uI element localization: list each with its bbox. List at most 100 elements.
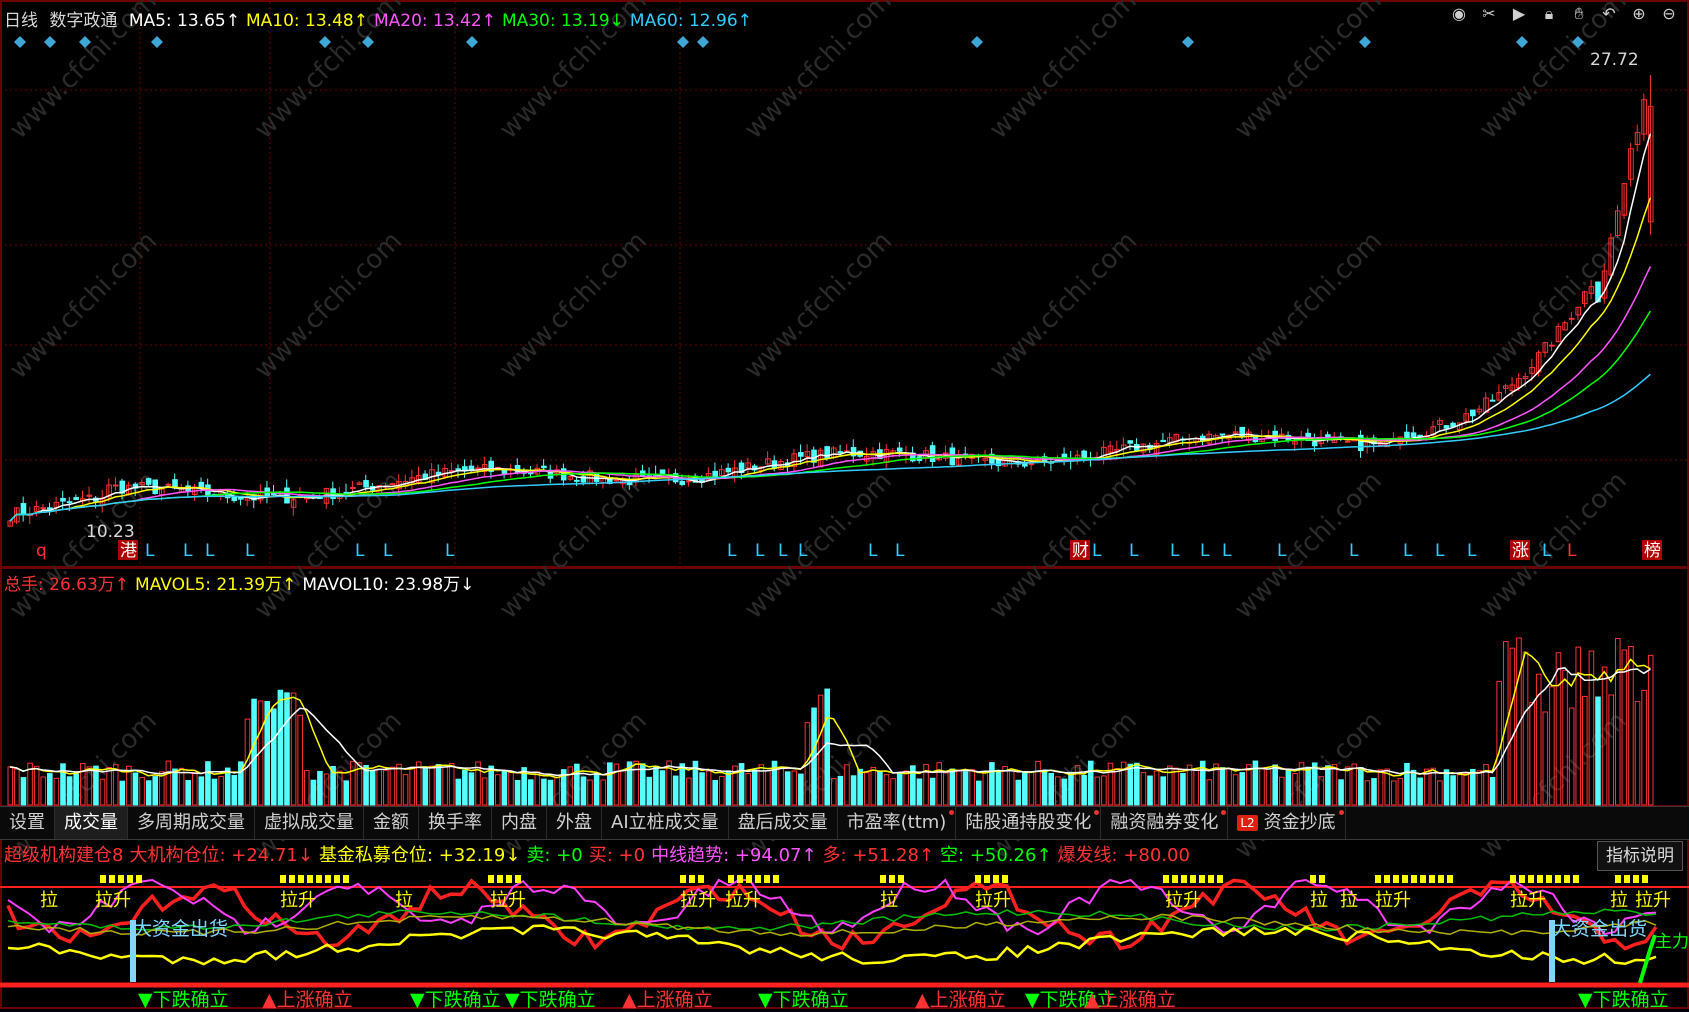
outflow-label: 大资金出货: [133, 918, 228, 940]
event-diamond-icon: [466, 36, 478, 48]
volume-bar: [481, 777, 488, 806]
l2-badge: L2: [1237, 815, 1258, 831]
signal-block: [1573, 875, 1579, 883]
signal-block: [1190, 875, 1196, 883]
lock-icon[interactable]: 🔒︎: [1539, 4, 1559, 24]
signal-block: [118, 875, 124, 883]
volume-bar: [1041, 771, 1048, 806]
price-marker: L: [798, 541, 808, 561]
candle-body: [455, 468, 462, 471]
volume-bar: [890, 778, 896, 806]
price-marker: L: [868, 541, 878, 561]
signal-block: [100, 875, 106, 883]
period-label[interactable]: 日线: [4, 11, 38, 31]
tab-换手率[interactable]: 换手率: [419, 807, 492, 839]
indicator-help-button[interactable]: 指标说明: [1597, 841, 1683, 871]
tab-资金抄底[interactable]: L2 资金抄底: [1228, 807, 1346, 839]
ma-line: [9, 310, 1652, 522]
tab-内盘[interactable]: 内盘: [492, 807, 547, 839]
volume-bar: [857, 768, 863, 806]
play-icon[interactable]: ▶: [1509, 4, 1529, 24]
volume-bar: [514, 779, 521, 806]
scissors-icon[interactable]: ✂: [1479, 4, 1499, 24]
candle-body: [1311, 441, 1318, 447]
zoom-out-icon[interactable]: ⊖: [1659, 4, 1679, 24]
signal-block: [1172, 875, 1178, 883]
tab-融资融券变化[interactable]: 融资融券变化: [1101, 807, 1229, 839]
tab-设置[interactable]: 设置: [0, 807, 55, 839]
candle-body: [1061, 453, 1068, 458]
eye-icon[interactable]: ◉: [1449, 4, 1469, 24]
volume-bar: [1140, 772, 1147, 806]
signal-block: [1564, 875, 1570, 883]
volume-bar: [936, 762, 942, 806]
signal-block: [1420, 875, 1426, 883]
volume-bar: [607, 762, 613, 806]
volume-bar: [896, 772, 903, 806]
tab-市盈率(ttm)[interactable]: 市盈率(ttm): [838, 807, 957, 839]
volume-bar: [66, 776, 73, 806]
volume-bar: [40, 776, 47, 806]
tab-label: 陆股通持股变化: [965, 812, 1092, 833]
watermark: www.cfchi.com: [1229, 466, 1388, 625]
price-marker: L: [205, 541, 215, 561]
volume-bar: [409, 766, 415, 806]
volume-bar: [989, 762, 995, 806]
volume-bar: [145, 780, 152, 806]
tab-label: AI立桩成交量: [611, 812, 719, 833]
indicator-legend-item: 多: +51.28↑: [822, 845, 935, 866]
volume-bar: [600, 779, 607, 806]
tab-金额[interactable]: 金额: [364, 807, 419, 839]
tab-陆股通持股变化[interactable]: 陆股通持股变化: [956, 807, 1102, 839]
undo-icon[interactable]: ↶: [1599, 4, 1619, 24]
volume-bar: [139, 776, 145, 806]
volume-bar: [1087, 760, 1094, 806]
tab-多周期成交量[interactable]: 多周期成交量: [128, 807, 255, 839]
watermark: www.cfchi.com: [4, 226, 163, 385]
main-force-label: 主力: [1655, 932, 1689, 952]
tab-label: 盘后成交量: [737, 812, 828, 833]
tab-盘后成交量[interactable]: 盘后成交量: [729, 807, 838, 839]
candle-body: [837, 451, 844, 454]
ma-legend-item: MA5: 13.65↑: [128, 11, 240, 31]
price-marker: L: [245, 541, 255, 561]
volume-bar: [699, 772, 705, 806]
signal-block: [334, 875, 340, 883]
zoom-in-icon[interactable]: ⊕: [1629, 4, 1649, 24]
price-marker: L: [1170, 541, 1180, 561]
signal-block: [1438, 875, 1444, 883]
volume-bar: [1219, 767, 1226, 806]
volume-bar: [1351, 763, 1358, 806]
volume-bar: [1410, 769, 1417, 806]
volume-bar: [1364, 780, 1371, 806]
candle-body: [1160, 439, 1166, 443]
tab-成交量[interactable]: 成交量: [55, 807, 128, 839]
tab-AI立桩成交量[interactable]: AI立桩成交量: [602, 807, 729, 839]
volume-bar: [1377, 769, 1384, 806]
candle-body: [363, 480, 369, 488]
event-diamond-icon: [677, 36, 689, 48]
event-diamond-icon: [1359, 36, 1371, 48]
pull-label: 拉升: [1510, 890, 1546, 911]
candle-body: [1417, 434, 1423, 437]
volume-bar: [1430, 767, 1437, 806]
volume-bar: [343, 780, 350, 806]
volume-bar: [119, 780, 126, 806]
watermark: www.cfchi.com: [4, 466, 163, 625]
signal-block: [1528, 875, 1534, 883]
tab-外盘[interactable]: 外盘: [547, 807, 602, 839]
volume-bar: [903, 770, 910, 806]
candle-body: [613, 479, 620, 482]
candle-body: [1404, 431, 1410, 438]
volume-bar: [527, 779, 534, 806]
volume-bar: [679, 763, 686, 806]
price-marker: L: [145, 541, 155, 561]
tab-虚拟成交量[interactable]: 虚拟成交量: [255, 807, 364, 839]
candle-body: [40, 507, 47, 510]
volume-bar: [1265, 768, 1272, 806]
signal-block: [764, 875, 770, 883]
signal-block: [497, 875, 503, 883]
signal-block: [1310, 875, 1316, 883]
hand-icon[interactable]: ✋︎: [1569, 4, 1589, 24]
indicator-legend-item: 空: +50.26↑: [940, 845, 1052, 866]
